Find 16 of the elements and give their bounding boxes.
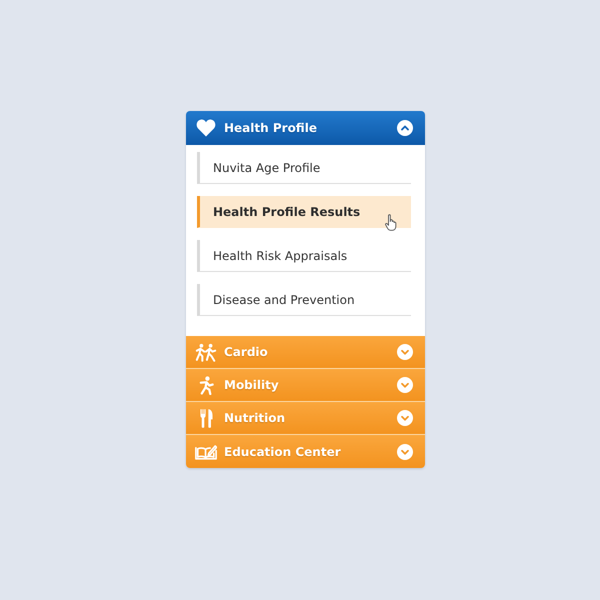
- chevron-down-icon: [397, 444, 413, 460]
- chevron-down-icon: [397, 344, 413, 360]
- fork-knife-icon: [200, 408, 212, 428]
- menu-item[interactable]: Disease and Prevention: [197, 284, 411, 316]
- pointer-cursor-icon: [385, 214, 397, 231]
- heart-icon: [196, 119, 216, 137]
- runner-icon: [198, 376, 214, 394]
- chevron-down-icon: [397, 410, 413, 426]
- chevron-up-icon: [397, 120, 413, 136]
- runners-icon: [195, 342, 217, 362]
- menu-item[interactable]: Health Risk Appraisals: [197, 240, 411, 272]
- section-header[interactable]: Health Profile: [186, 111, 425, 145]
- chevron-down-icon: [397, 377, 413, 393]
- menu-item[interactable]: Health Profile Results: [197, 196, 411, 228]
- menu-item[interactable]: Nuvita Age Profile: [197, 152, 411, 184]
- book-pencil-icon: [195, 443, 217, 460]
